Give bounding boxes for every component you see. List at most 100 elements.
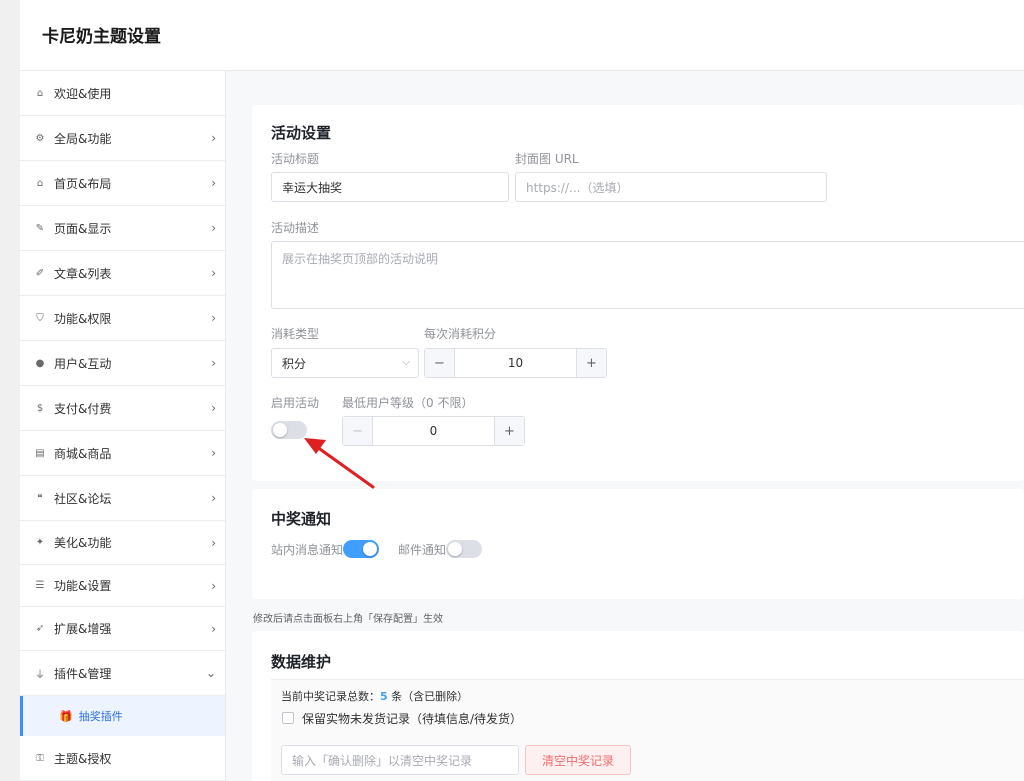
cost-per-label: 每次消耗积分 [424, 327, 497, 341]
activity-desc-textarea[interactable]: 展示在抽奖页顶部的活动说明 [271, 241, 1024, 309]
sliders-icon: ☰ [35, 580, 45, 591]
chevron-right-icon: › [211, 446, 216, 460]
comments-icon: ❝ [37, 492, 43, 504]
settings-app: 卡尼奶主题设置 ⌂ 欢迎&使用 ⚙ 全局&功能 › ⌂ 首页&布局 › ✎ 页面… [20, 0, 1024, 781]
pin-icon: ✎ [35, 222, 45, 234]
sidebar-subitem-label: 抽奖插件 [78, 710, 123, 723]
site-notify-toggle[interactable] [343, 540, 379, 558]
cost-per-value[interactable]: 10 [455, 349, 576, 377]
page-title: 卡尼奶主题设置 [42, 27, 161, 47]
sidebar-item-plugins[interactable]: ⏚ 插件&管理 ⌄ [20, 651, 225, 696]
confirm-delete-input[interactable]: 输入「确认删除」以清空中奖记录 [281, 745, 519, 775]
home-icon: ⌂ [36, 87, 44, 99]
cost-per-stepper[interactable]: − 10 + [424, 348, 607, 378]
pushpin-icon: ✐ [35, 267, 45, 279]
shield-icon: ⛉ [36, 312, 44, 324]
magic-wand-icon: ✦ [35, 537, 45, 548]
sidebar-item-payment[interactable]: $ 支付&付费 › [20, 386, 225, 431]
record-count-prefix: 当前中奖记录总数： [281, 690, 380, 703]
save-hint: 修改后请点击面板右上角「保存配置」生效 [253, 614, 443, 625]
chevron-down-icon: ⌵ [402, 357, 410, 368]
chevron-right-icon: › [211, 535, 216, 550]
enable-activity-label: 启用活动 [271, 396, 320, 410]
min-level-value[interactable]: 0 [373, 417, 494, 445]
min-level-stepper[interactable]: − 0 + [342, 416, 525, 446]
sidebar-subitem-lottery[interactable]: 🎁 抽奖插件 [20, 696, 225, 736]
gift-icon: 🎁 [59, 709, 73, 723]
sidebar-item-label: 功能&设置 [54, 579, 112, 593]
increment-button[interactable]: + [576, 349, 606, 377]
sidebar-item-label: 主题&授权 [54, 751, 112, 766]
toggle-knob [448, 542, 462, 556]
sidebar-item-beautify[interactable]: ✦ 美化&功能 › [20, 521, 225, 565]
plug-icon: ⏚ [35, 669, 45, 681]
house-icon: ⌂ [36, 177, 44, 189]
data-maintenance-card: 数据维护 当前中奖记录总数：5 条（含已删除） 保留实物未发货记录（待填信息/待… [252, 631, 1024, 781]
chevron-right-icon: › [211, 131, 216, 145]
cost-type-label: 消耗类型 [271, 327, 320, 341]
notify-section-title: 中奖通知 [271, 510, 332, 528]
top-header: 卡尼奶主题设置 [20, 0, 1024, 71]
sidebar-item-users[interactable]: ● 用户&互动 › [20, 341, 225, 386]
sidebar-item-func-settings[interactable]: ☰ 功能&设置 › [20, 565, 225, 607]
main-content: 活动设置 活动标题 幸运大抽奖 封面图 URL https://...（选填） … [226, 71, 1024, 781]
keep-records-label[interactable]: 保留实物未发货记录（待填信息/待发货） [302, 710, 522, 727]
min-level-label: 最低用户等级（0 不限） [342, 396, 474, 410]
chevron-right-icon: › [211, 356, 216, 370]
sidebar-item-label: 页面&显示 [54, 221, 112, 236]
coin-icon: $ [36, 402, 44, 414]
activity-settings-card: 活动设置 活动标题 幸运大抽奖 封面图 URL https://...（选填） … [252, 105, 1024, 481]
increment-button[interactable]: + [494, 417, 524, 445]
cost-type-select[interactable]: 积分 ⌵ [271, 348, 419, 378]
sidebar-item-label: 首页&布局 [54, 176, 112, 191]
decrement-button[interactable]: − [425, 349, 455, 377]
store-icon: ▤ [35, 447, 45, 459]
activity-name-input[interactable]: 幸运大抽奖 [271, 172, 509, 202]
maintenance-panel: 当前中奖记录总数：5 条（含已删除） 保留实物未发货记录（待填信息/待发货） 输… [271, 679, 1024, 781]
chevron-right-icon: › [211, 266, 216, 280]
site-notify-label: 站内消息通知 [271, 543, 344, 557]
toggle-knob [363, 542, 377, 556]
keep-records-checkbox[interactable] [282, 712, 294, 724]
record-count-value: 5 [380, 690, 388, 703]
sidebar-item-welcome[interactable]: ⌂ 欢迎&使用 [20, 71, 225, 116]
chevron-right-icon: › [211, 401, 216, 415]
maintenance-section-title: 数据维护 [271, 653, 332, 671]
sidebar-item-page-display[interactable]: ✎ 页面&显示 › [20, 206, 225, 251]
record-count-suffix: 条（含已删除） [387, 690, 469, 703]
decrement-button[interactable]: − [343, 417, 373, 445]
clear-records-button[interactable]: 清空中奖记录 [525, 745, 631, 775]
sidebar-item-label: 欢迎&使用 [54, 86, 112, 101]
key-icon: ⚿ [36, 752, 44, 764]
sidebar-nav: ⌂ 欢迎&使用 ⚙ 全局&功能 › ⌂ 首页&布局 › ✎ 页面&显示 › ✐ … [20, 71, 226, 781]
sidebar-item-label: 商城&商品 [54, 446, 112, 461]
user-icon: ● [35, 357, 45, 369]
sidebar-item-articles[interactable]: ✐ 文章&列表 › [20, 251, 225, 296]
sidebar-item-permissions[interactable]: ⛉ 功能&权限 › [20, 296, 225, 341]
enable-activity-toggle[interactable] [271, 421, 307, 439]
cover-url-label: 封面图 URL [515, 152, 579, 166]
mail-notify-toggle[interactable] [446, 540, 482, 558]
sidebar-item-shop[interactable]: ▤ 商城&商品 › [20, 431, 225, 476]
sidebar-item-community[interactable]: ❝ 社区&论坛 › [20, 476, 225, 521]
sidebar-item-license[interactable]: ⚿ 主题&授权 [20, 736, 225, 781]
sidebar-item-extensions[interactable]: ➶ 扩展&增强 › [20, 607, 225, 651]
sidebar-item-label: 支付&付费 [54, 401, 112, 416]
sidebar-item-label: 社区&论坛 [54, 491, 112, 506]
winner-notify-card: 中奖通知 站内消息通知 邮件通知 [252, 489, 1024, 599]
sidebar-item-label: 扩展&增强 [54, 622, 112, 636]
sidebar-item-label: 全局&功能 [54, 131, 112, 146]
mail-notify-label: 邮件通知 [398, 543, 447, 557]
sidebar-item-label: 功能&权限 [54, 311, 112, 326]
sidebar-item-global[interactable]: ⚙ 全局&功能 › [20, 116, 225, 161]
cost-type-value: 积分 [282, 356, 307, 371]
chevron-right-icon: › [211, 221, 216, 235]
activity-section-title: 活动设置 [271, 124, 332, 142]
sidebar-item-label: 文章&列表 [54, 266, 112, 281]
record-count-text: 当前中奖记录总数：5 条（含已删除） [281, 688, 468, 704]
sidebar-item-label: 用户&互动 [54, 356, 112, 371]
rocket-icon: ➶ [35, 623, 45, 634]
chevron-down-icon: ⌄ [205, 666, 216, 680]
cover-url-input[interactable]: https://...（选填） [515, 172, 827, 202]
sidebar-item-home-layout[interactable]: ⌂ 首页&布局 › [20, 161, 225, 206]
